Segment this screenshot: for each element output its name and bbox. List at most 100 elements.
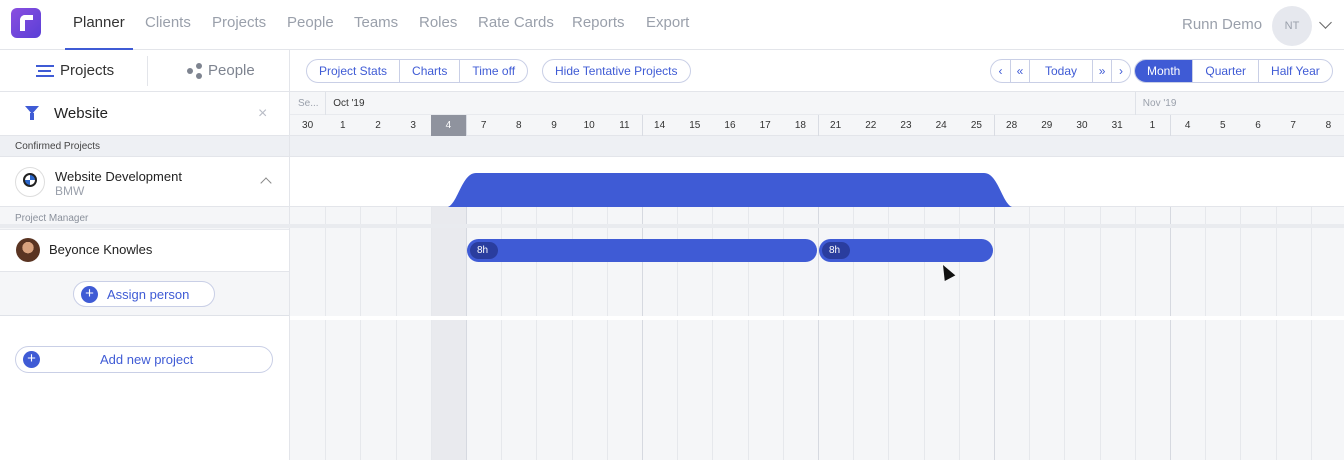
day-cell: 30 xyxy=(302,120,314,131)
today-button[interactable]: Today xyxy=(1029,60,1092,82)
grid-line xyxy=(1275,320,1277,460)
grid-line xyxy=(1310,320,1312,460)
nav-item-rate-cards[interactable]: Rate Cards xyxy=(478,0,554,50)
project-stats-button[interactable]: Project Stats xyxy=(307,60,399,82)
user-avatar[interactable]: NT xyxy=(1272,6,1312,46)
grid-line xyxy=(1134,320,1136,460)
plus-icon: + xyxy=(23,351,40,368)
grid-line xyxy=(958,320,960,460)
nav-item-clients[interactable]: Clients xyxy=(145,0,191,50)
day-cell: 6 xyxy=(1255,120,1261,131)
project-duration-shape[interactable] xyxy=(290,157,1344,207)
tentative-toggle-group: Hide Tentative Projects xyxy=(542,59,691,83)
prev-icon[interactable]: ‹ xyxy=(991,60,1010,82)
assign-person-button[interactable]: + Assign person xyxy=(73,281,215,307)
grid-line xyxy=(923,320,925,460)
grid-line xyxy=(747,320,749,460)
nav-item-planner[interactable]: Planner xyxy=(65,0,133,50)
grid-line xyxy=(782,320,784,460)
assign-area: + Assign person xyxy=(0,272,289,316)
account-name[interactable]: Runn Demo xyxy=(1182,0,1262,50)
project-name[interactable]: Website Development xyxy=(55,169,182,184)
date-navigation: ‹ « Today » › xyxy=(990,59,1132,83)
month-divider xyxy=(1134,92,1136,115)
nav-item-people[interactable]: People xyxy=(287,0,334,50)
filter-bar[interactable]: Website × xyxy=(0,92,289,136)
nav-item-projects[interactable]: Projects xyxy=(212,0,266,50)
clear-filter-close-icon[interactable]: × xyxy=(258,106,267,122)
nav-item-export[interactable]: Export xyxy=(646,0,689,50)
empty-grid xyxy=(290,320,1344,460)
next-fast-icon[interactable]: » xyxy=(1092,60,1111,82)
assignment-hours-label: 8h xyxy=(822,242,851,259)
prev-fast-icon[interactable]: « xyxy=(1010,60,1029,82)
grid-line xyxy=(360,320,362,460)
grid-line xyxy=(466,320,467,460)
day-cell: 29 xyxy=(1041,120,1053,131)
group-header-confirmed: Confirmed Projects xyxy=(0,136,289,157)
assignment-bar[interactable]: 8h xyxy=(819,239,993,262)
planner-toolbar: Projects People Project Stats Charts Tim… xyxy=(0,50,1344,92)
divider xyxy=(147,56,148,86)
person-name[interactable]: Beyonce Knowles xyxy=(49,230,152,270)
project-list-panel: Website × Confirmed Projects Website Dev… xyxy=(0,92,290,460)
nav-item-roles[interactable]: Roles xyxy=(419,0,457,50)
collapse-chevron-up-icon[interactable] xyxy=(260,177,272,189)
day-cell: 1 xyxy=(1149,120,1156,131)
grid-line xyxy=(712,320,714,460)
person-row[interactable]: Beyonce Knowles xyxy=(0,230,289,272)
grid-line xyxy=(395,320,397,460)
day-cell: 21 xyxy=(830,120,842,131)
week-divider xyxy=(1170,115,1171,136)
plus-icon: + xyxy=(81,286,98,303)
grid-line xyxy=(853,320,855,460)
filter-value[interactable]: Website xyxy=(54,92,108,136)
time-off-button[interactable]: Time off xyxy=(459,60,527,82)
month-divider xyxy=(325,92,327,115)
add-new-project-button[interactable]: + Add new project xyxy=(15,346,273,373)
grid-line xyxy=(642,320,643,460)
account-chevron-down-icon[interactable] xyxy=(1319,16,1332,29)
day-cell: 18 xyxy=(794,120,806,131)
day-cell: 10 xyxy=(583,120,595,131)
hide-tentative-button[interactable]: Hide Tentative Projects xyxy=(543,60,690,82)
project-summary-band xyxy=(290,157,1344,207)
day-cell: 4 xyxy=(1184,120,1191,131)
grid-line xyxy=(1099,320,1101,460)
day-cell: 28 xyxy=(1006,120,1018,131)
day-cell: 7 xyxy=(1290,120,1296,131)
group-band xyxy=(290,136,1344,157)
month-label: Nov '19 xyxy=(1142,98,1177,109)
day-cell: 9 xyxy=(551,120,557,131)
month-view-button[interactable]: Month xyxy=(1135,60,1193,82)
section-divider xyxy=(0,224,1344,228)
project-row[interactable]: Website Development BMW xyxy=(0,157,289,207)
month-header: Se... Oct '19 Nov '19 xyxy=(290,92,1344,115)
grid-line xyxy=(571,320,573,460)
half-year-view-button[interactable]: Half Year xyxy=(1258,60,1332,82)
tab-people[interactable]: People xyxy=(208,50,255,92)
day-cell: 31 xyxy=(1111,120,1123,131)
grid-line xyxy=(1240,320,1242,460)
day-cell: 15 xyxy=(689,120,701,131)
grid-line xyxy=(1170,320,1171,460)
next-icon[interactable]: › xyxy=(1111,60,1130,82)
person-avatar xyxy=(16,238,40,262)
assignment-bar[interactable]: 8h xyxy=(467,239,817,262)
tab-projects[interactable]: Projects xyxy=(60,50,114,92)
day-cell: 24 xyxy=(935,120,947,131)
day-cell: 7 xyxy=(480,120,487,131)
project-duration-area[interactable] xyxy=(448,173,1012,207)
grid-line xyxy=(677,320,679,460)
charts-button[interactable]: Charts xyxy=(399,60,459,82)
day-cell: 8 xyxy=(1325,120,1332,131)
nav-item-reports[interactable]: Reports xyxy=(572,0,625,50)
day-cell: 22 xyxy=(865,120,877,131)
runn-logo-icon[interactable] xyxy=(11,8,41,38)
quarter-view-button[interactable]: Quarter xyxy=(1192,60,1258,82)
list-icon xyxy=(36,65,54,77)
day-cell: 23 xyxy=(900,120,912,131)
nav-item-teams[interactable]: Teams xyxy=(354,0,398,50)
stats-button-group: Project Stats Charts Time off xyxy=(306,59,529,83)
grid-line xyxy=(818,320,819,460)
